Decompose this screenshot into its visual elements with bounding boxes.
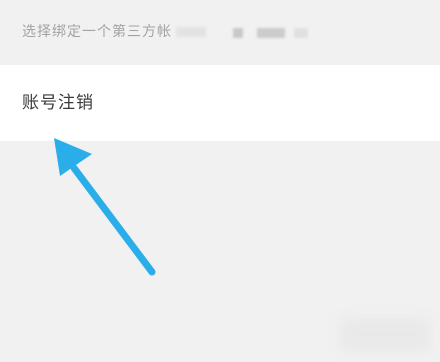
third-party-binding-hint: 选择绑定一个第三方帐 [22,24,172,40]
blurred-watermark [340,318,430,352]
blurred-account-text [294,28,308,38]
blurred-account-text [233,28,243,38]
account-cancellation-label: 账号注销 [22,93,94,113]
settings-screen: 选择绑定一个第三方帐 账号注销 [0,0,440,362]
blurred-account-text [176,27,206,37]
account-cancellation-item[interactable]: 账号注销 [0,65,440,141]
third-party-binding-hint-row: 选择绑定一个第三方帐 [0,0,440,64]
blurred-account-text [257,28,285,38]
